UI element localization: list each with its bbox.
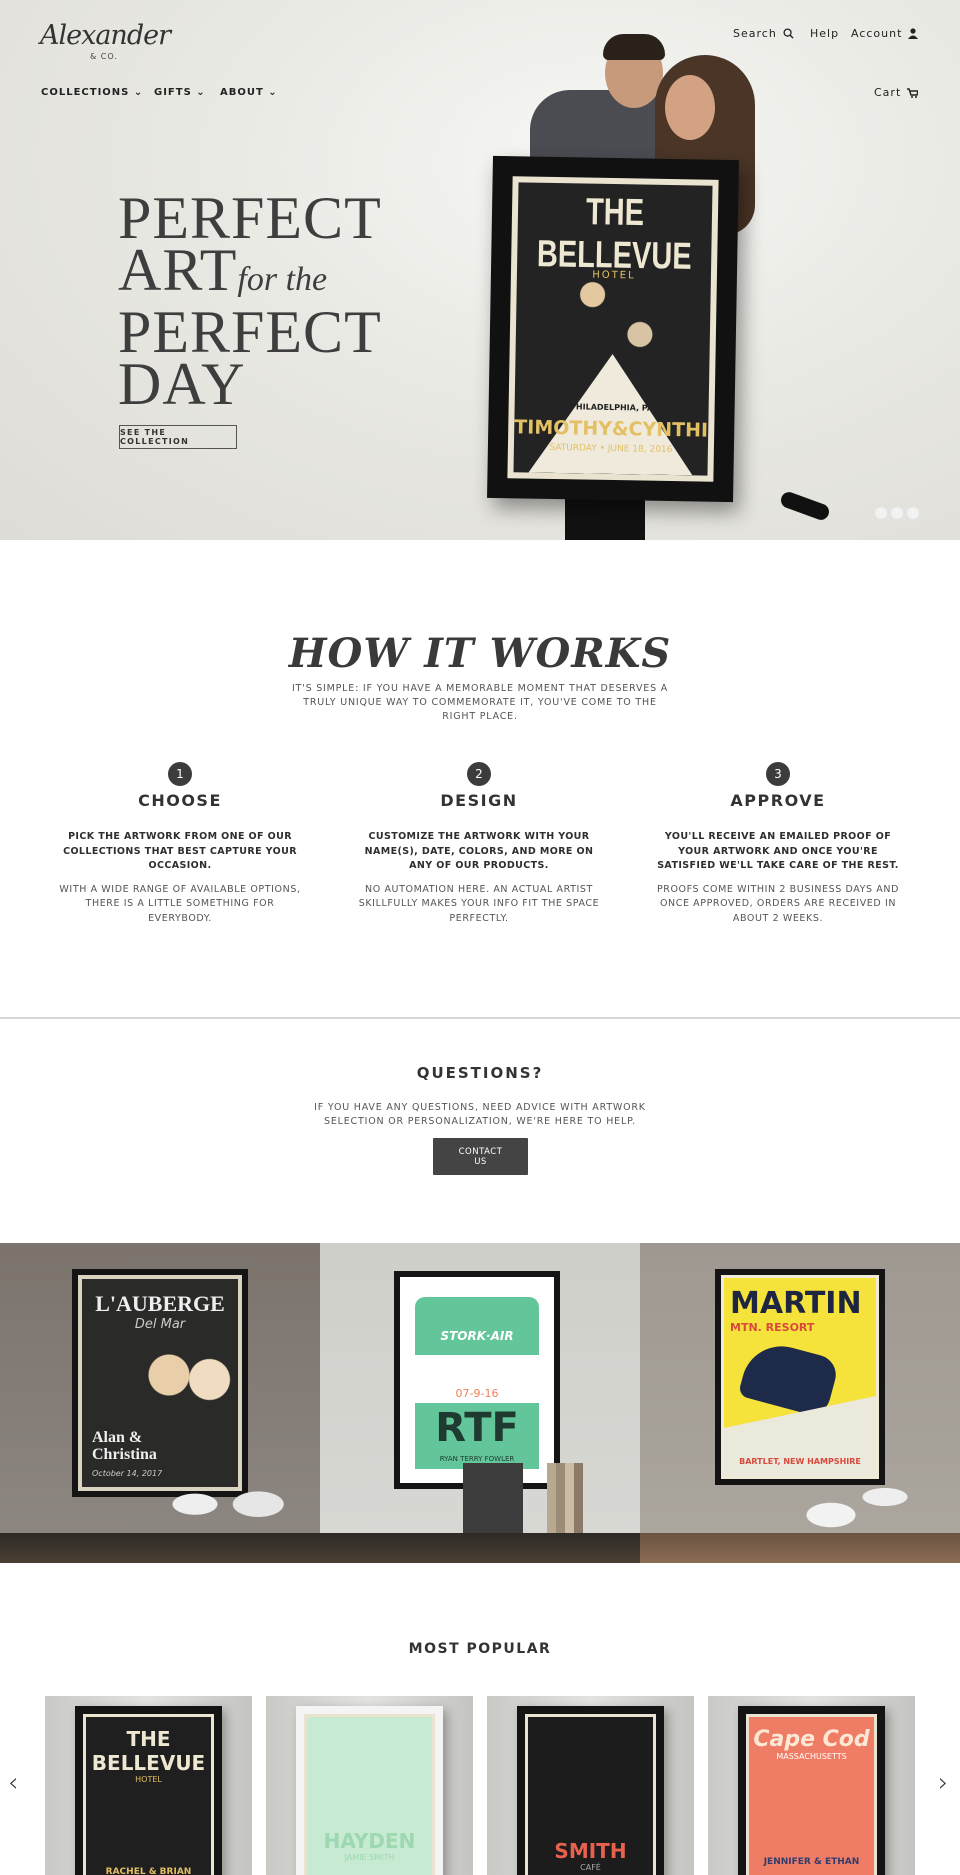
step-title: CHOOSE	[138, 791, 222, 810]
product-poster-sub: HOTEL	[135, 1775, 162, 1784]
heel	[778, 489, 832, 523]
search-label: Search	[733, 27, 777, 40]
logo[interactable]: Alexander	[40, 20, 171, 51]
product-poster-names: JENNIFER & ETHAN	[763, 1857, 860, 1867]
step-summary: PICK THE ARTWORK FROM ONE OF OUR COLLECT…	[63, 831, 297, 871]
gallery-panel-storkair[interactable]: STORK·AIR 07-9-16 RTF RYAN TERRY FOWLER	[320, 1243, 640, 1563]
hero-headline: PERFECT ARTfor the PERFECT DAY	[118, 185, 382, 417]
search-link[interactable]: Search	[733, 27, 794, 40]
account-link[interactable]: Account	[851, 27, 919, 40]
hero-poster-frame: THE BELLEVUE HOTEL PHILADELPHIA, PA TIMO…	[487, 155, 739, 503]
step-description: WITH A WIDE RANGE OF AVAILABLE OPTIONS, …	[59, 883, 301, 924]
search-icon	[783, 28, 794, 39]
product-card[interactable]: Cape Cod MASSACHUSETTS JENNIFER & ETHAN	[708, 1696, 915, 1875]
step-number: 1	[168, 762, 192, 786]
product-card[interactable]: SMITH CAFÉ	[487, 1696, 694, 1875]
section-divider	[0, 1017, 960, 1019]
account-label: Account	[851, 27, 903, 40]
pitcher-and-bowls	[795, 1473, 915, 1533]
slide-dot-2[interactable]	[891, 507, 903, 519]
product-poster-sub: JAMIE SMITH	[344, 1853, 395, 1862]
man-hair	[603, 34, 665, 60]
how-it-works-title: HOW IT WORKS	[288, 630, 672, 677]
cart-label: Cart	[874, 86, 902, 99]
user-icon	[908, 28, 919, 39]
woman-head	[665, 75, 715, 140]
step-summary: CUSTOMIZE THE ARTWORK WITH YOUR NAME(S),…	[364, 831, 594, 871]
product-frame: SMITH CAFÉ	[517, 1706, 664, 1875]
gallery-panel-martin[interactable]: MARTIN MTN. RESORT BARTLET, NEW HAMPSHIR…	[640, 1243, 960, 1563]
step-choose: 1 CHOOSE PICK THE ARTWORK FROM ONE OF OU…	[55, 762, 305, 926]
product-frame: HAYDEN JAMIE SMITH	[296, 1706, 443, 1875]
slide-dot-1[interactable]	[875, 507, 887, 519]
nav-about[interactable]: ABOUT ⌄	[220, 87, 278, 98]
step-description: NO AUTOMATION HERE. AN ACTUAL ARTIST SKI…	[358, 883, 600, 924]
white-pitchers	[172, 1461, 287, 1533]
contact-us-button[interactable]: CONTACT US	[433, 1138, 528, 1175]
nav-collections[interactable]: COLLECTIONS ⌄	[41, 87, 143, 98]
carousel-prev-arrow[interactable]: ‹	[8, 1768, 18, 1798]
product-frame: Cape Cod MASSACHUSETTS JENNIFER & ETHAN	[738, 1706, 885, 1875]
product-poster-sub: CAFÉ	[580, 1863, 601, 1872]
product-poster-names: RACHEL & BRIAN	[105, 1867, 192, 1875]
how-it-works-subtitle: IT'S SIMPLE: IF YOU HAVE A MEMORABLE MOM…	[291, 683, 669, 722]
logo-sub: & CO.	[90, 52, 118, 61]
hero-banner: Alexander & CO. Search Help Account COLL…	[0, 0, 960, 540]
see-collection-button[interactable]: SEE THE COLLECTION	[119, 425, 237, 449]
cart-icon	[907, 87, 919, 98]
most-popular-title: MOST POPULAR	[408, 1641, 552, 1657]
product-poster-sub: MASSACHUSETTS	[776, 1752, 847, 1761]
step-title: APPROVE	[730, 791, 826, 810]
gallery-panel-lauberge[interactable]: L'AUBERGE Del Mar Alan & Christina Octob…	[0, 1243, 320, 1563]
step-approve: 3 APPROVE YOU'LL RECEIVE AN EMAILED PROO…	[653, 762, 903, 926]
product-poster-title: HAYDEN	[323, 1829, 416, 1853]
help-link[interactable]: Help	[810, 27, 839, 40]
product-poster-title: Cape Cod	[753, 1727, 870, 1752]
poster-title: THE BELLEVUE	[536, 191, 692, 278]
step-summary: YOU'LL RECEIVE AN EMAILED PROOF OF YOUR …	[657, 831, 899, 871]
carousel-next-arrow[interactable]: ›	[938, 1768, 948, 1798]
step-description: PROOFS COME WITHIN 2 BUSINESS DAYS AND O…	[656, 883, 900, 924]
step-design: 2 DESIGN CUSTOMIZE THE ARTWORK WITH YOUR…	[354, 762, 604, 926]
product-poster-title: THE BELLEVUE	[91, 1727, 206, 1775]
step-number: 2	[467, 762, 491, 786]
slide-dot-3[interactable]	[907, 507, 919, 519]
product-card[interactable]: HAYDEN JAMIE SMITH	[266, 1696, 473, 1875]
step-title: DESIGN	[440, 791, 518, 810]
questions-text: IF YOU HAVE ANY QUESTIONS, NEED ADVICE W…	[314, 1102, 646, 1127]
questions-title: QUESTIONS?	[416, 1064, 544, 1082]
step-number: 3	[766, 762, 790, 786]
tin-and-books	[460, 1463, 610, 1533]
product-frame: THE BELLEVUE HOTEL RACHEL & BRIAN	[75, 1706, 222, 1875]
cart-link[interactable]: Cart	[874, 86, 919, 99]
nav-gifts[interactable]: GIFTS ⌄	[154, 87, 206, 98]
product-poster-title: SMITH	[554, 1839, 627, 1863]
product-card[interactable]: THE BELLEVUE HOTEL RACHEL & BRIAN	[45, 1696, 252, 1875]
